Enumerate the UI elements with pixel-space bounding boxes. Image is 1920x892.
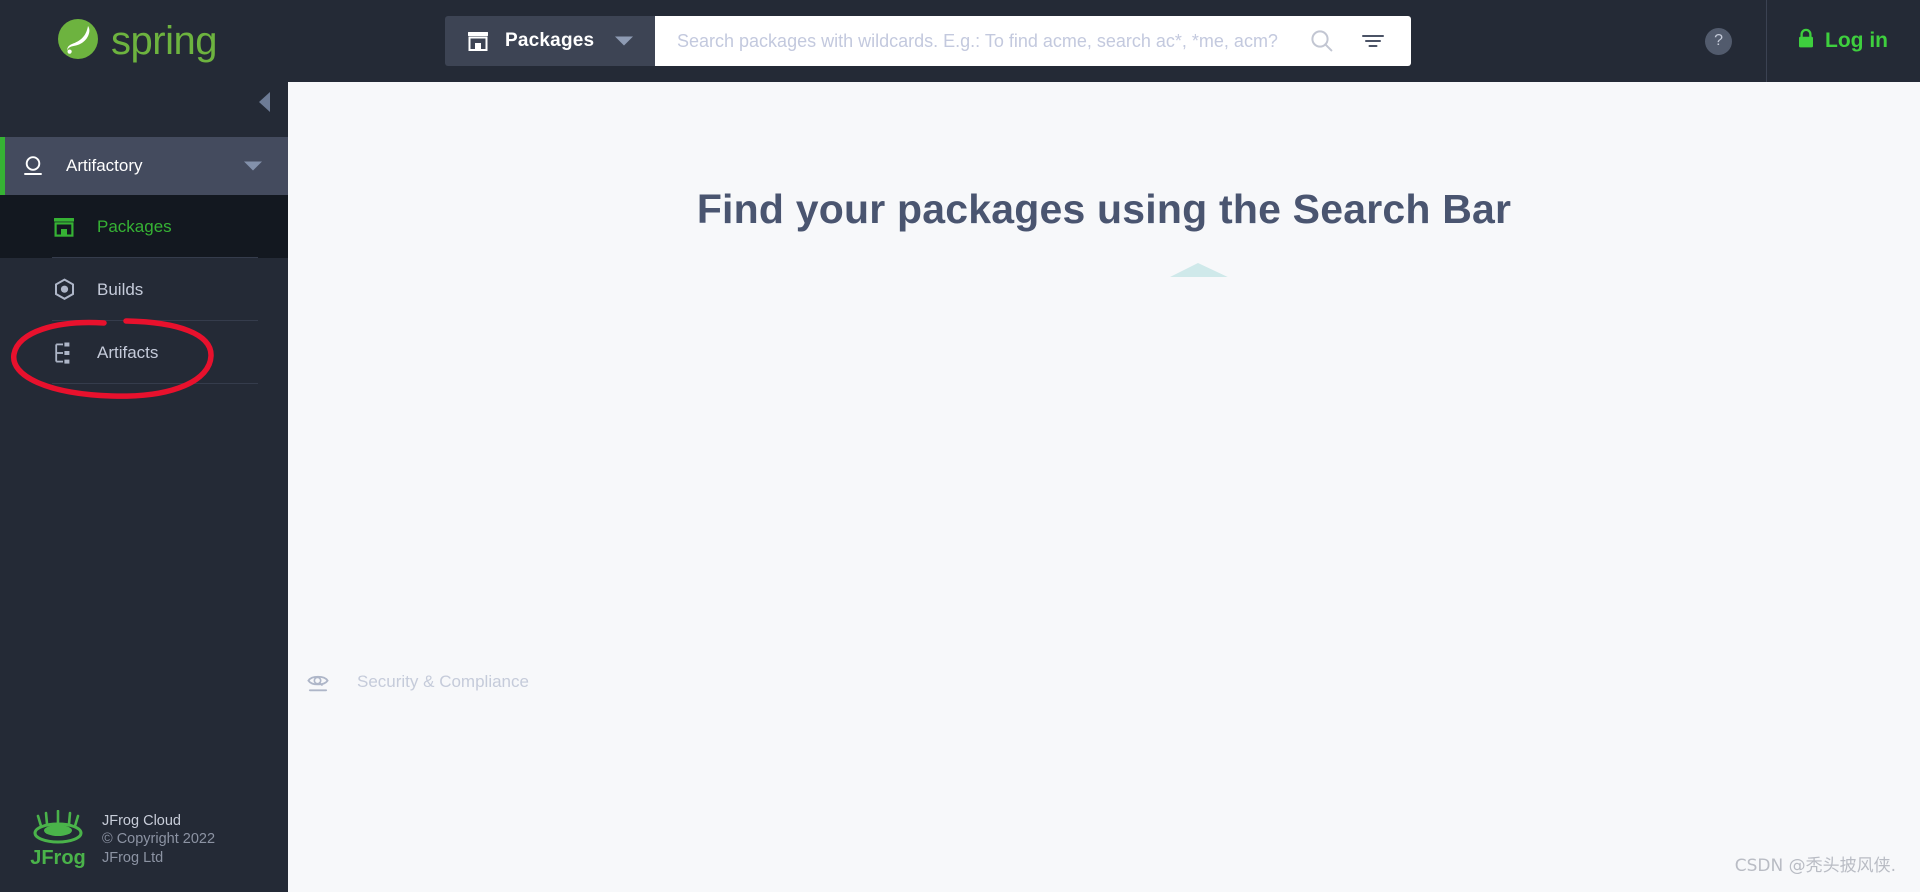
jfrog-logo-icon: JFrog <box>30 809 86 870</box>
sidebar-item-label: Packages <box>97 216 172 236</box>
sidebar-item-label: Security & Compliance <box>357 672 529 691</box>
sidebar: Artifactory Packages Builds Artifacts Se… <box>0 82 1920 892</box>
global-search-area: Packages <box>445 16 1411 66</box>
package-selector-label: Packages <box>505 30 595 51</box>
sidebar-item-artifacts[interactable]: Artifacts <box>0 321 288 384</box>
footer-copyright: © Copyright 2022 <box>102 831 216 848</box>
sidebar-item-label: Artifacts <box>97 342 159 362</box>
filter-icon[interactable] <box>1361 31 1385 51</box>
sidebar-section-artifactory[interactable]: Artifactory <box>0 137 288 195</box>
brand-logo-area[interactable]: spring <box>0 0 288 82</box>
help-circle-icon[interactable]: ? <box>1705 27 1733 55</box>
spring-leaf-logo-icon <box>56 17 100 66</box>
topbar-right-actions: ? Log in <box>1671 0 1920 82</box>
sidebar-footer: JFrog JFrog Cloud © Copyright 2022 JFrog… <box>30 809 216 870</box>
footer-company: JFrog Ltd <box>102 849 164 866</box>
lock-icon <box>1797 28 1815 54</box>
sidebar-item-label: Builds <box>97 279 144 299</box>
chevron-down-icon[interactable] <box>244 161 262 171</box>
page-title: Find your packages using the Search Bar <box>696 186 1512 232</box>
sidebar-section-label: Artifactory <box>66 156 143 175</box>
search-field-container <box>655 16 1411 66</box>
sidebar-nav-list: Packages Builds Artifacts Security & Com… <box>0 195 1920 892</box>
sidebar-item-packages[interactable]: Packages <box>0 195 288 258</box>
csdn-watermark: CSDN @秃头披风侠. <box>1734 856 1896 876</box>
search-icon[interactable] <box>1309 28 1335 54</box>
sidebar-item-builds[interactable]: Builds <box>0 258 288 321</box>
artifactory-icon <box>20 153 46 179</box>
chevron-left-icon[interactable] <box>259 92 270 112</box>
package-archive-icon <box>52 215 76 239</box>
package-archive-icon <box>467 30 489 52</box>
login-label: Log in <box>1825 29 1888 52</box>
hexagon-build-icon <box>52 278 76 302</box>
svg-text:JFrog: JFrog <box>30 847 86 869</box>
search-input[interactable] <box>677 30 1299 52</box>
package-type-selector[interactable]: Packages <box>445 16 655 66</box>
footer-product-name: JFrog Cloud <box>102 813 181 829</box>
sidebar-item-security-compliance[interactable]: Security & Compliance <box>288 277 1920 892</box>
chevron-down-icon[interactable] <box>615 36 633 46</box>
brand-name: spring <box>111 19 217 63</box>
login-button[interactable]: Log in <box>1767 0 1920 82</box>
help-button[interactable]: ? <box>1671 0 1768 82</box>
artifacts-tree-icon <box>52 341 76 365</box>
top-navigation-bar: spring Packages Search packages with wil… <box>0 0 1920 82</box>
security-eye-icon <box>306 670 330 694</box>
app-root: spring Packages Search packages with wil… <box>0 0 1920 892</box>
